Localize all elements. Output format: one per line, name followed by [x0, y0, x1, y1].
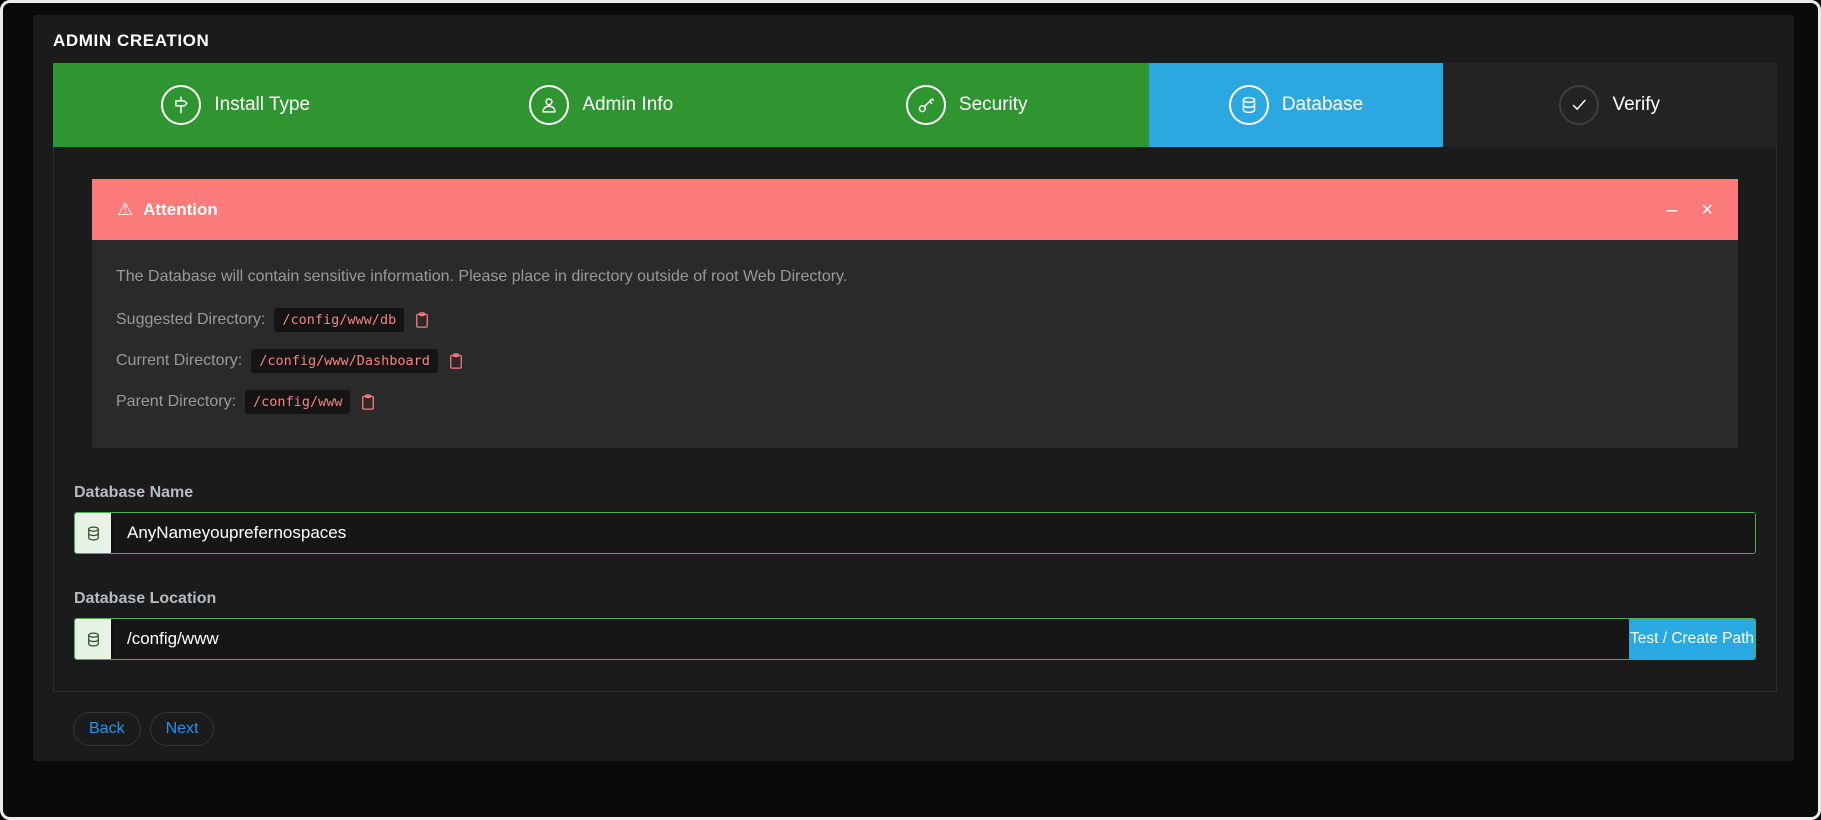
alert-controls: – ×: [1666, 200, 1713, 220]
attention-alert: ⚠ Attention – × The Database will contai…: [92, 179, 1738, 448]
key-icon: [906, 85, 946, 125]
signpost-icon: [161, 85, 201, 125]
step-label: Security: [959, 94, 1028, 116]
step-install-type[interactable]: Install Type: [53, 63, 418, 147]
step-security[interactable]: Security: [784, 63, 1149, 147]
alert-body: The Database will contain sensitive info…: [92, 240, 1738, 448]
copy-clipboard-icon[interactable]: [359, 392, 377, 412]
step-label: Verify: [1612, 94, 1660, 116]
admin-creation-wizard: Install Type Admin Info Security Databas…: [53, 63, 1777, 746]
step-label: Database: [1282, 94, 1363, 116]
copy-clipboard-icon[interactable]: [413, 310, 431, 330]
warning-icon: ⚠: [117, 199, 133, 220]
database-location-group: Database Location Test / Create Path: [74, 590, 1756, 660]
wizard-footer: Back Next: [73, 712, 1777, 746]
step-label: Install Type: [214, 94, 310, 116]
alert-title: ⚠ Attention: [117, 199, 218, 220]
directory-label: Parent Directory:: [116, 393, 236, 411]
alert-header: ⚠ Attention – ×: [92, 179, 1738, 240]
close-icon[interactable]: ×: [1701, 200, 1713, 220]
wizard-steps-bar: Install Type Admin Info Security Databas…: [53, 63, 1777, 147]
copy-clipboard-icon[interactable]: [447, 351, 465, 371]
database-addon-icon: [75, 619, 113, 659]
directory-label: Current Directory:: [116, 352, 242, 370]
back-button[interactable]: Back: [73, 712, 141, 746]
directory-label: Suggested Directory:: [116, 311, 265, 329]
step-label: Admin Info: [582, 94, 673, 116]
suggested-directory-row: Suggested Directory: /config/www/db: [116, 308, 1714, 332]
database-location-input-row: Test / Create Path: [74, 618, 1756, 660]
database-location-input[interactable]: [113, 619, 1629, 659]
admin-creation-page: { "page": { "title": "ADMIN CREATION" },…: [0, 0, 1821, 820]
test-create-path-button[interactable]: Test / Create Path: [1629, 619, 1755, 659]
step-admin-info[interactable]: Admin Info: [418, 63, 783, 147]
database-name-input[interactable]: [113, 513, 1755, 553]
check-icon: [1559, 85, 1599, 125]
minimize-icon[interactable]: –: [1666, 200, 1677, 220]
directory-path: /config/www/Dashboard: [251, 349, 438, 373]
main-panel: ADMIN CREATION Install Type Admin Info S…: [33, 15, 1794, 761]
alert-message: The Database will contain sensitive info…: [116, 268, 1714, 286]
page-title: ADMIN CREATION: [33, 15, 1794, 63]
alert-title-text: Attention: [143, 200, 218, 220]
step-verify[interactable]: Verify: [1443, 63, 1777, 147]
user-icon: [529, 85, 569, 125]
parent-directory-row: Parent Directory: /config/www: [116, 390, 1714, 414]
database-name-group: Database Name: [74, 484, 1756, 554]
step-database[interactable]: Database: [1149, 63, 1442, 147]
next-button[interactable]: Next: [150, 712, 215, 746]
database-icon: [1229, 85, 1269, 125]
database-name-label: Database Name: [74, 484, 1756, 502]
directory-path: /config/www: [245, 390, 350, 414]
database-addon-icon: [75, 513, 113, 553]
current-directory-row: Current Directory: /config/www/Dashboard: [116, 349, 1714, 373]
directory-path: /config/www/db: [274, 308, 404, 332]
database-location-label: Database Location: [74, 590, 1756, 608]
database-name-input-row: [74, 512, 1756, 554]
database-tab-content: ⚠ Attention – × The Database will contai…: [53, 147, 1777, 692]
